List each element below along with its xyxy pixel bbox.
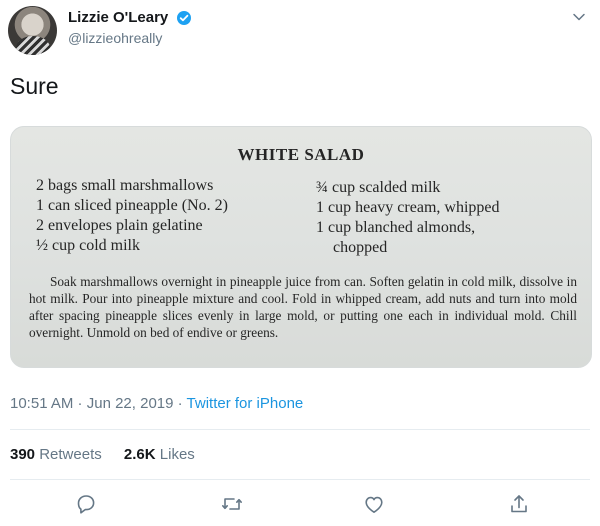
tweet-actions (0, 492, 600, 520)
share-icon[interactable] (507, 492, 531, 516)
verified-badge-icon (176, 10, 192, 26)
ingredient-item: 1 cup blanched almonds, (316, 219, 476, 236)
meta-separator: · (173, 395, 187, 412)
retweets-count: 390 (10, 446, 36, 463)
ingredient-item: ½ cup cold milk (36, 237, 140, 254)
likes-label: Likes (159, 446, 195, 463)
retweets-label: Retweets (39, 446, 102, 463)
retweet-icon[interactable] (220, 492, 244, 516)
tweet-photo[interactable]: WHITE SALAD 2 bags small marshmallows 1 … (10, 126, 592, 368)
ingredients-right-column: ¾ cup scalded milk 1 cup heavy cream, wh… (316, 178, 499, 258)
tweet-stats: 390 Retweets 2.6K Likes (10, 446, 213, 463)
ingredients-left-column: 2 bags small marshmallows 1 can sliced p… (36, 176, 228, 256)
ingredient-item: 2 bags small marshmallows (36, 177, 214, 194)
reply-icon[interactable] (74, 492, 98, 516)
likes-stat[interactable]: 2.6K Likes (124, 446, 195, 463)
divider (10, 479, 590, 480)
ingredient-item: chopped (333, 239, 388, 256)
tweet-source-link[interactable]: Twitter for iPhone (187, 395, 304, 412)
recipe-title: WHITE SALAD (237, 145, 365, 164)
divider (10, 429, 590, 430)
avatar[interactable] (8, 6, 57, 55)
ingredient-item: 1 cup heavy cream, whipped (316, 199, 500, 216)
tweet-header: Lizzie O'Leary @lizzieohreally (0, 0, 600, 60)
retweets-stat[interactable]: 390 Retweets (10, 446, 102, 463)
tweet-metadata: 10:51 AM · Jun 22, 2019 · Twitter for iP… (10, 395, 303, 412)
author-name-row: Lizzie O'Leary (68, 8, 192, 28)
tweet-text: Sure (10, 73, 59, 99)
display-name[interactable]: Lizzie O'Leary (68, 8, 168, 28)
chevron-down-icon[interactable] (572, 10, 586, 24)
meta-separator: · (73, 395, 87, 412)
tweet-date[interactable]: Jun 22, 2019 (87, 395, 174, 412)
tweet-time[interactable]: 10:51 AM (10, 395, 73, 412)
likes-count: 2.6K (123, 446, 156, 463)
ingredient-item: ¾ cup scalded milk (316, 179, 441, 196)
ingredient-item: 1 can sliced pineapple (No. 2) (36, 197, 228, 214)
recipe-instructions: Soak marshmallows overnight in pineapple… (29, 274, 577, 340)
user-handle[interactable]: @lizzieohreally (68, 30, 162, 46)
ingredient-item: 2 envelopes plain gelatine (36, 217, 203, 234)
heart-icon[interactable] (362, 492, 386, 516)
